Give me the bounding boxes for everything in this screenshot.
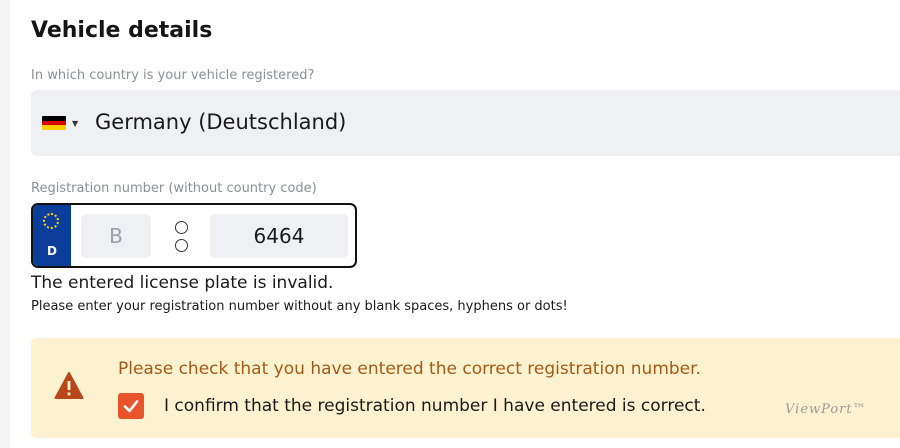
country-select[interactable]: ▼ Germany (Deutschland) xyxy=(31,90,900,156)
dropdown-caret-icon: ▼ xyxy=(72,119,79,128)
warning-box: Please check that you have entered the c… xyxy=(31,338,900,438)
confirm-checkbox[interactable] xyxy=(118,393,144,419)
eu-band: D xyxy=(33,205,71,266)
city-code-field[interactable]: B xyxy=(81,214,151,258)
checkmark-icon xyxy=(123,400,139,413)
confirm-label[interactable]: I confirm that the registration number I… xyxy=(164,396,706,416)
eu-stars-icon xyxy=(43,213,59,229)
registration-number-field[interactable]: 6464 xyxy=(210,214,348,258)
warning-message: Please check that you have entered the c… xyxy=(118,359,701,379)
left-edge-strip xyxy=(0,0,10,448)
watermark: ViewPort™ xyxy=(785,402,867,417)
germany-flag-icon xyxy=(42,116,66,130)
error-title: The entered license plate is invalid. xyxy=(31,273,334,293)
warning-icon xyxy=(54,372,84,399)
license-plate-input: D B 6464 xyxy=(31,203,357,268)
registration-label: Registration number (without country cod… xyxy=(31,181,317,196)
registration-seals-icon xyxy=(175,220,189,256)
country-code: D xyxy=(47,244,57,258)
error-hint: Please enter your registration number wi… xyxy=(31,299,568,314)
country-label: In which country is your vehicle registe… xyxy=(31,68,315,83)
section-title: Vehicle details xyxy=(31,18,213,43)
country-value: Germany (Deutschland) xyxy=(95,110,347,134)
